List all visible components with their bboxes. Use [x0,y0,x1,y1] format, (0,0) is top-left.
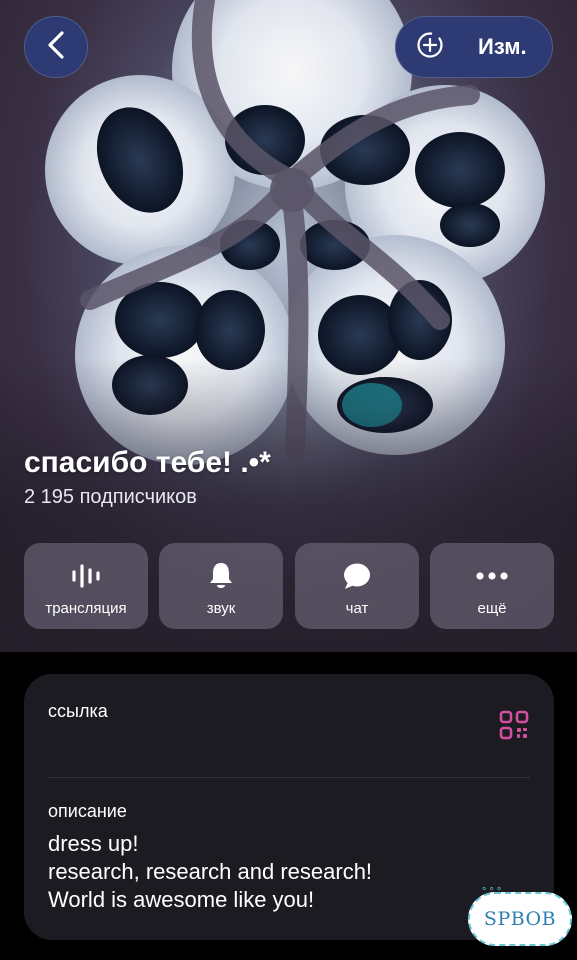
more-button[interactable]: ещё [430,543,554,629]
description-label: описание [48,801,127,821]
edit-label: Изм. [478,34,527,59]
description-text: dress up! research, research and researc… [48,830,372,914]
sound-label: звук [206,600,236,617]
back-button[interactable] [24,16,88,78]
broadcast-button[interactable]: трансляция [24,543,148,629]
broadcast-label: трансляция [45,600,127,617]
action-bar: трансляция звук чат ещё [24,543,554,629]
qr-code-icon[interactable] [499,710,529,745]
channel-title: спасибо тебе! .•* [24,446,271,479]
watermark-text: SPBOB [483,908,557,930]
chevron-left-icon [47,30,65,64]
subscriber-count: 2 195 подписчиков [24,486,197,508]
more-dots-icon [475,561,509,591]
sound-button[interactable]: звук [159,543,283,629]
more-label: ещё [477,600,507,617]
bell-icon [207,561,235,591]
description-line: World is awesome like you! [48,887,315,912]
chat-bubble-icon [342,561,372,591]
description-line: research, research and research! [48,859,373,884]
chat-button[interactable]: чат [295,543,419,629]
soundwave-icon [70,561,102,591]
add-circle-dashed-icon [416,31,444,64]
chat-label: чат [345,600,369,617]
description-line: dress up! [48,831,139,856]
link-label: ссылка [48,701,108,721]
divider [48,777,530,778]
watermark-badge: SPBOB [468,892,572,946]
edit-button[interactable]: Изм. [395,16,553,78]
